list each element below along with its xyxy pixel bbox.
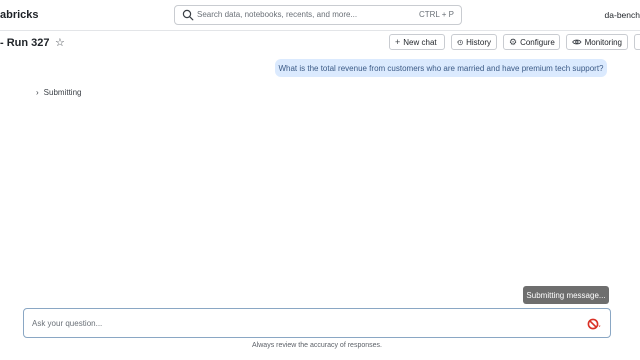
- search-input[interactable]: Search data, notebooks, recents, and mor…: [174, 5, 462, 25]
- more-button[interactable]: [634, 34, 640, 50]
- history-label: History: [466, 37, 491, 47]
- search-icon: [182, 9, 194, 21]
- search-placeholder: Search data, notebooks, recents, and mor…: [197, 10, 358, 19]
- user-menu[interactable]: da-bench: [605, 10, 640, 20]
- user-message: What is the total revenue from customers…: [275, 59, 607, 77]
- submitting-tooltip: Submitting message...: [523, 286, 609, 304]
- plus-icon: +: [395, 36, 401, 47]
- new-chat-label: New chat: [403, 37, 437, 47]
- question-input[interactable]: Ask your question...: [23, 308, 611, 338]
- stop-icon[interactable]: [586, 316, 602, 332]
- page-title: - Run 327: [0, 37, 50, 49]
- configure-label: Configure: [520, 37, 555, 47]
- new-chat-button[interactable]: + New chat: [389, 34, 445, 50]
- star-icon[interactable]: ☆: [55, 36, 65, 49]
- monitoring-button[interactable]: Monitoring: [566, 34, 628, 50]
- top-bar: abricks Search data, notebooks, recents,…: [0, 0, 640, 31]
- monitoring-label: Monitoring: [584, 37, 622, 47]
- gear-icon: ⚙: [509, 36, 518, 47]
- page-header: - Run 327 ☆ + New chat History ⚙ Configu…: [0, 33, 640, 53]
- chevron-right-icon[interactable]: ›: [36, 88, 39, 97]
- disclaimer: Always review the accuracy of responses.: [252, 342, 382, 349]
- status-text: Submitting: [43, 88, 82, 97]
- configure-button[interactable]: ⚙ Configure: [503, 34, 560, 50]
- status-indicator: › Submitting: [36, 88, 81, 97]
- app-logo[interactable]: abricks: [0, 9, 39, 21]
- eye-icon: [572, 39, 582, 45]
- question-placeholder: Ask your question...: [32, 319, 103, 328]
- history-button[interactable]: History: [451, 34, 497, 50]
- history-icon: [457, 39, 463, 45]
- search-shortcut: CTRL + P: [418, 10, 454, 19]
